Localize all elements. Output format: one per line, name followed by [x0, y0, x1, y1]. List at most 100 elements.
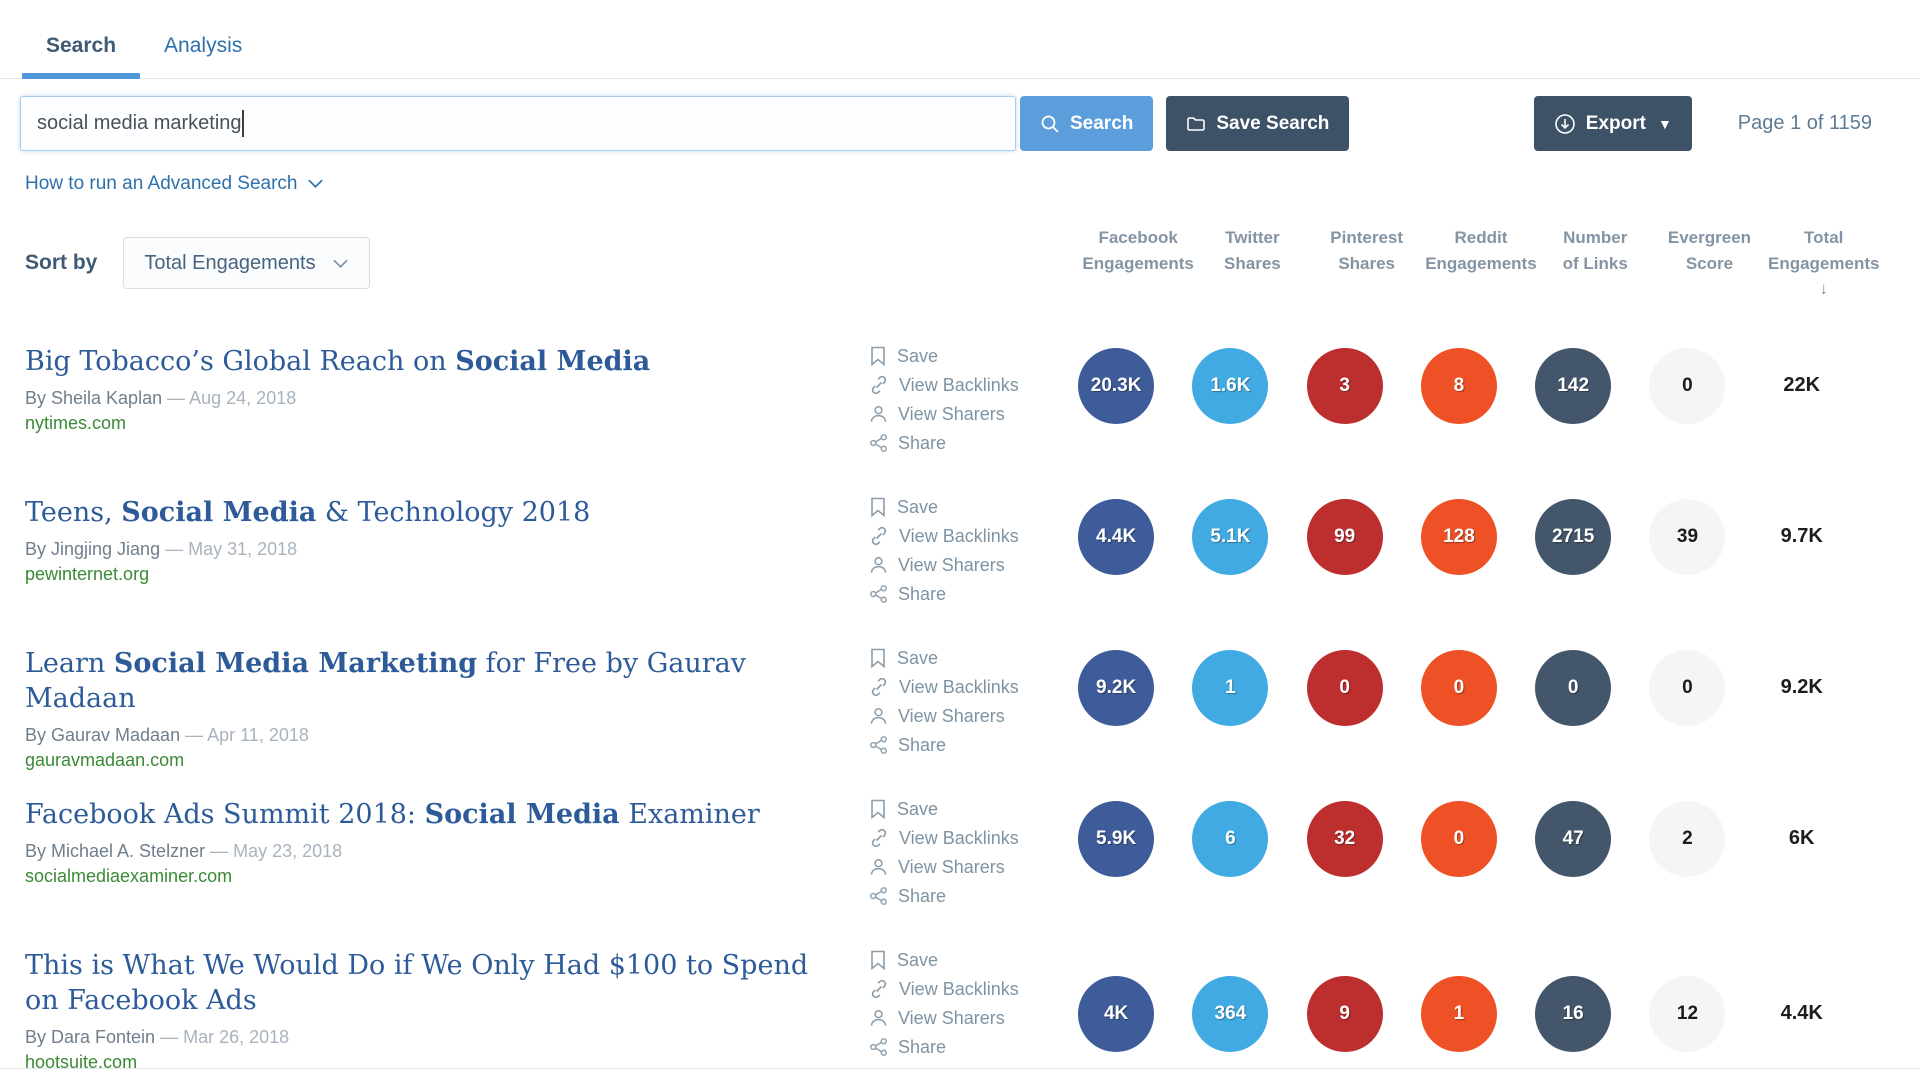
view-backlinks-button[interactable]: View Backlinks: [869, 526, 1059, 547]
view-backlinks-button[interactable]: View Backlinks: [869, 979, 1059, 1000]
byline: By Jingjing Jiang — May 31, 2018: [25, 539, 869, 560]
article-title-link[interactable]: Big Tobacco’s Global Reach on Social Med…: [25, 344, 845, 379]
column-header-twitter-shares: TwitterShares: [1195, 225, 1309, 302]
byline: By Gaurav Madaan — Apr 11, 2018: [25, 725, 869, 746]
reddit-engagements-badge: 0: [1421, 650, 1497, 726]
facebook-engagements-badge: 4K: [1078, 976, 1154, 1052]
pinterest-shares-badge: 99: [1307, 499, 1383, 575]
result-metrics: 4.4K 5.1K 99 128 2715 39 9.7K: [1059, 493, 1859, 575]
search-input[interactable]: [20, 96, 1016, 151]
domain-link[interactable]: gauravmadaan.com: [25, 750, 869, 771]
total-engagements-value: 9.2K: [1764, 650, 1840, 726]
total-engagements-value: 9.7K: [1764, 499, 1840, 575]
search-input-wrap: [20, 96, 1016, 151]
number-of-links-badge: 2715: [1535, 499, 1611, 575]
download-circle-icon: [1554, 113, 1576, 135]
facebook-engagements-badge: 9.2K: [1078, 650, 1154, 726]
number-of-links-badge: 47: [1535, 801, 1611, 877]
view-sharers-button[interactable]: View Sharers: [869, 404, 1059, 425]
result-row: Big Tobacco’s Global Reach on Social Med…: [0, 326, 1920, 477]
column-header-reddit-engagements: RedditEngagements: [1424, 225, 1538, 302]
export-label: Export: [1586, 113, 1646, 135]
number-of-links-badge: 142: [1535, 348, 1611, 424]
result-info: Learn Social Media Marketing for Free by…: [25, 644, 869, 771]
twitter-shares-badge: 1.6K: [1192, 348, 1268, 424]
share-button[interactable]: Share: [869, 1037, 1059, 1058]
result-actions: Save View Backlinks View Sharers Share: [869, 795, 1059, 915]
result-actions: Save View Backlinks View Sharers Share: [869, 946, 1059, 1066]
result-row: This is What We Would Do if We Only Had …: [0, 930, 1920, 1068]
sort-dropdown-value: Total Engagements: [144, 252, 315, 275]
result-metrics: 20.3K 1.6K 3 8 142 0 22K: [1059, 342, 1859, 424]
view-sharers-button[interactable]: View Sharers: [869, 1008, 1059, 1029]
save-article-button[interactable]: Save: [869, 799, 1059, 820]
view-backlinks-button[interactable]: View Backlinks: [869, 375, 1059, 396]
result-actions: Save View Backlinks View Sharers Share: [869, 644, 1059, 764]
share-button[interactable]: Share: [869, 886, 1059, 907]
number-of-links-badge: 0: [1535, 650, 1611, 726]
save-search-button[interactable]: Save Search: [1166, 96, 1349, 151]
domain-link[interactable]: pewinternet.org: [25, 564, 869, 585]
facebook-engagements-badge: 20.3K: [1078, 348, 1154, 424]
evergreen-score-badge: 39: [1649, 499, 1725, 575]
reddit-engagements-badge: 1: [1421, 976, 1497, 1052]
tab-search[interactable]: Search: [22, 34, 140, 78]
facebook-engagements-badge: 4.4K: [1078, 499, 1154, 575]
folder-icon: [1186, 114, 1206, 134]
domain-link[interactable]: socialmediaexaminer.com: [25, 866, 869, 887]
result-actions: Save View Backlinks View Sharers Share: [869, 342, 1059, 462]
evergreen-score-badge: 2: [1649, 801, 1725, 877]
view-sharers-button[interactable]: View Sharers: [869, 706, 1059, 727]
result-metrics: 9.2K 1 0 0 0 0 9.2K: [1059, 644, 1859, 726]
page-indicator: Page 1 of 1159: [1738, 112, 1872, 135]
result-row: Teens, Social Media & Technology 2018 By…: [0, 477, 1920, 628]
search-button[interactable]: Search: [1020, 96, 1153, 151]
save-article-button[interactable]: Save: [869, 950, 1059, 971]
reddit-engagements-badge: 8: [1421, 348, 1497, 424]
twitter-shares-badge: 1: [1192, 650, 1268, 726]
chevron-down-icon: [332, 252, 349, 275]
sort-dropdown[interactable]: Total Engagements: [123, 237, 369, 289]
domain-link[interactable]: hootsuite.com: [25, 1052, 869, 1073]
text-cursor: [242, 110, 244, 137]
advanced-search-label: How to run an Advanced Search: [25, 173, 298, 195]
evergreen-score-badge: 0: [1649, 650, 1725, 726]
twitter-shares-badge: 364: [1192, 976, 1268, 1052]
sort-by-label: Sort by: [25, 251, 97, 275]
evergreen-score-badge: 12: [1649, 976, 1725, 1052]
view-backlinks-button[interactable]: View Backlinks: [869, 677, 1059, 698]
view-sharers-button[interactable]: View Sharers: [869, 857, 1059, 878]
number-of-links-badge: 16: [1535, 976, 1611, 1052]
share-button[interactable]: Share: [869, 433, 1059, 454]
result-info: This is What We Would Do if We Only Had …: [25, 946, 869, 1073]
tab-analysis[interactable]: Analysis: [140, 34, 266, 78]
facebook-engagements-badge: 5.9K: [1078, 801, 1154, 877]
advanced-search-link[interactable]: How to run an Advanced Search: [25, 173, 324, 195]
article-title-link[interactable]: Learn Social Media Marketing for Free by…: [25, 646, 845, 716]
view-backlinks-button[interactable]: View Backlinks: [869, 828, 1059, 849]
total-engagements-value: 22K: [1764, 348, 1840, 424]
domain-link[interactable]: nytimes.com: [25, 413, 869, 434]
column-header-evergreen-score: EvergreenScore: [1652, 225, 1766, 302]
result-row: Facebook Ads Summit 2018: Social Media E…: [0, 779, 1920, 930]
result-row: Learn Social Media Marketing for Free by…: [0, 628, 1920, 779]
save-article-button[interactable]: Save: [869, 648, 1059, 669]
share-button[interactable]: Share: [869, 735, 1059, 756]
article-title-link[interactable]: Facebook Ads Summit 2018: Social Media E…: [25, 797, 845, 832]
save-article-button[interactable]: Save: [869, 497, 1059, 518]
column-header-facebook-engagements: FacebookEngagements: [1081, 225, 1195, 302]
search-icon: [1040, 114, 1060, 134]
evergreen-score-badge: 0: [1649, 348, 1725, 424]
results-list: Big Tobacco’s Global Reach on Social Med…: [0, 326, 1920, 1069]
share-button[interactable]: Share: [869, 584, 1059, 605]
article-title-link[interactable]: This is What We Would Do if We Only Had …: [25, 948, 845, 1018]
article-title-link[interactable]: Teens, Social Media & Technology 2018: [25, 495, 845, 530]
export-button[interactable]: Export ▼: [1534, 96, 1692, 151]
view-sharers-button[interactable]: View Sharers: [869, 555, 1059, 576]
save-article-button[interactable]: Save: [869, 346, 1059, 367]
save-search-label: Save Search: [1216, 113, 1329, 135]
result-metrics: 4K 364 9 1 16 12 4.4K: [1059, 946, 1859, 1052]
pinterest-shares-badge: 3: [1307, 348, 1383, 424]
metric-column-headers: FacebookEngagements TwitterShares Pinter…: [1081, 225, 1881, 302]
result-info: Facebook Ads Summit 2018: Social Media E…: [25, 795, 869, 887]
